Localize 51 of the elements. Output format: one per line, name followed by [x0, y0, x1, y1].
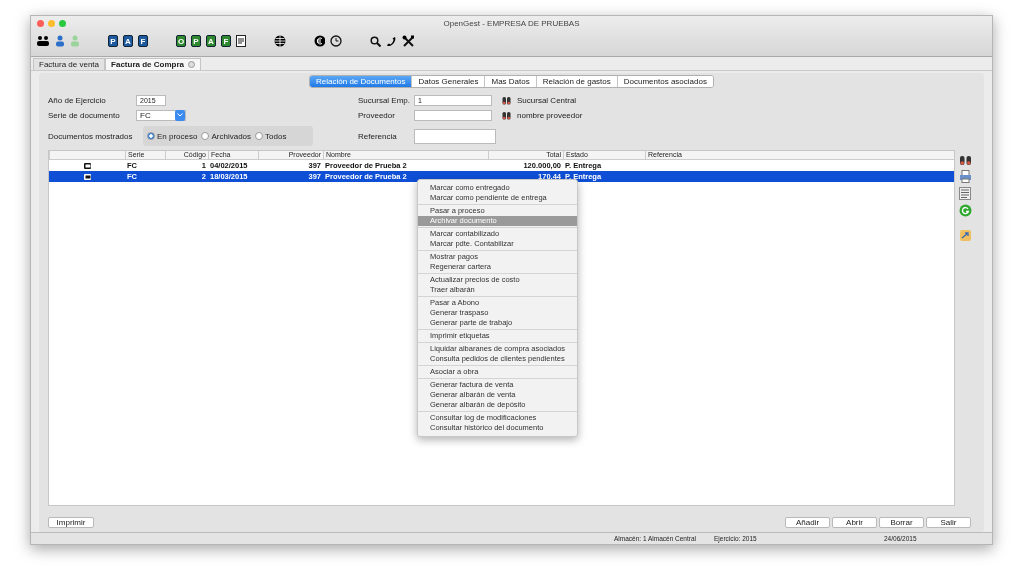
field-label: Año de Ejercicio [48, 95, 107, 105]
series-dropdown[interactable]: FC [136, 109, 186, 121]
export-icon[interactable] [959, 229, 972, 242]
letter-badge-icon[interactable]: F [221, 35, 231, 47]
letter-badge-icon[interactable]: O [176, 35, 186, 47]
letter-badge-icon[interactable]: P [108, 35, 118, 47]
action-button[interactable]: Borrar [879, 517, 924, 528]
person-icon[interactable] [55, 35, 65, 47]
document-tab[interactable]: Factura de venta [33, 58, 106, 70]
letter-badge-icon[interactable]: P [191, 35, 201, 47]
binoculars-icon[interactable] [959, 154, 972, 166]
tools-icon[interactable] [402, 34, 415, 48]
field-label: Sucursal Emp. [358, 95, 412, 105]
clock-icon[interactable] [330, 35, 342, 47]
chevron-down-icon [177, 113, 183, 117]
action-button[interactable]: Salir [926, 517, 971, 528]
close-icon[interactable] [37, 19, 44, 27]
field-label: Referencia [358, 131, 398, 141]
radio-label: En proceso [157, 131, 198, 141]
users-icon[interactable] [36, 34, 50, 48]
list-icon[interactable] [959, 187, 971, 200]
letter-badge-icon[interactable]: A [123, 35, 133, 47]
reference-field[interactable] [414, 128, 496, 144]
radio-button[interactable] [147, 132, 155, 140]
document-icon[interactable] [236, 35, 246, 47]
section-tab[interactable]: Documentos asociados [616, 76, 713, 87]
phone-icon[interactable] [386, 35, 397, 47]
globe-icon[interactable] [274, 35, 286, 47]
field-label: Serie de documento [48, 110, 121, 120]
action-button[interactable]: Abrir [832, 517, 877, 528]
window-title: OpenGest - EMPRESA DE PRUEBAS [443, 19, 580, 28]
print-button[interactable]: Imprimir [48, 517, 94, 528]
euro-icon[interactable] [314, 35, 325, 47]
supplier-field[interactable] [414, 109, 492, 121]
radio-label: Archivados [211, 131, 252, 141]
printer-icon[interactable] [959, 170, 972, 183]
refresh-icon[interactable] [959, 204, 972, 217]
binoculars-icon[interactable] [502, 95, 511, 105]
letter-badge-icon[interactable]: F [138, 35, 148, 47]
letter-badge-icon[interactable]: A [206, 35, 216, 47]
action-button[interactable]: Añadir [785, 517, 830, 528]
radio-label: Todos [265, 131, 287, 141]
branch-name: Sucursal Central [517, 95, 577, 105]
field-label: Documentos mostrados [48, 131, 134, 141]
search-icon[interactable] [370, 35, 381, 47]
binoculars-icon[interactable] [502, 110, 511, 120]
radio-button[interactable] [201, 132, 210, 140]
document-tab[interactable]: Factura de Compra [105, 58, 201, 70]
radio-button[interactable] [255, 132, 264, 140]
supplier-name: nombre proveedor [517, 110, 583, 120]
field-label: Proveedor [358, 110, 396, 120]
